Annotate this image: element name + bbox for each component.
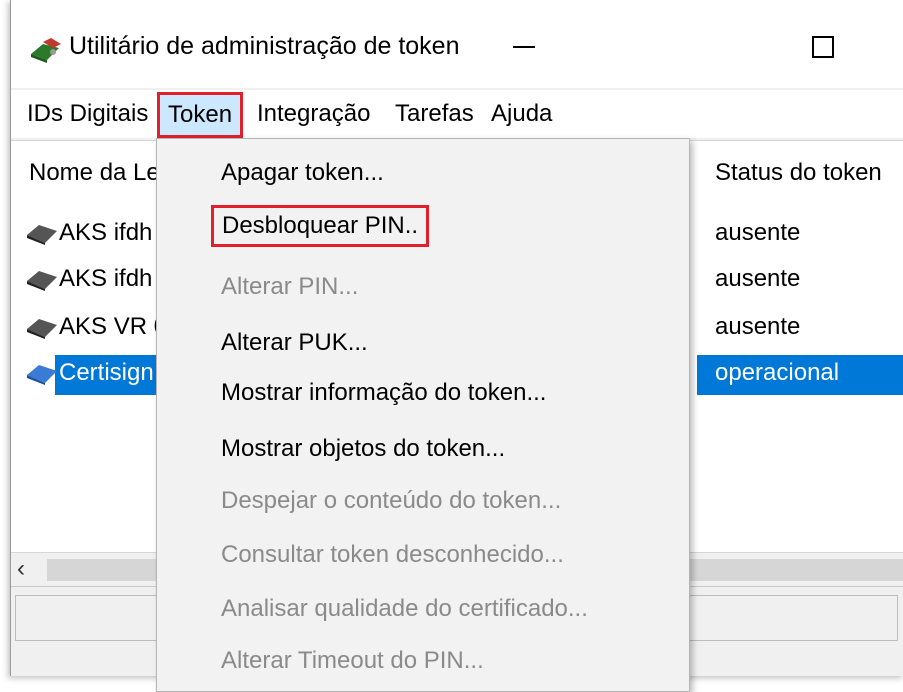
menu-token[interactable]: Token [157,92,244,138]
menu-item-alterar-puk[interactable]: Alterar PUK... [221,329,368,357]
reader-icon [27,225,57,245]
menu-tarefas[interactable]: Tarefas [389,96,480,132]
reader-icon [27,319,57,339]
menu-item-alterar-timeout[interactable]: Alterar Timeout do PIN... [221,647,484,675]
reader-name: AKS ifdh [59,219,153,246]
reader-name: AKS VR 0 [59,313,168,340]
token-status: ausente [715,313,801,340]
menu-item-mostrar-objetos[interactable]: Mostrar objetos do token... [221,435,505,463]
reader-name: Certisign [59,359,154,386]
menu-item-despejar-conteudo[interactable]: Despejar o conteúdo do token... [221,487,561,515]
menu-item-analisar-qualidade[interactable]: Analisar qualidade do certificado... [221,595,588,623]
token-status: ausente [715,219,801,246]
menu-integracao[interactable]: Integração [251,96,376,132]
menu-bar: IDs Digitais Token Integração Tarefas Aj… [11,90,903,138]
menu-item-alterar-pin[interactable]: Alterar PIN... [221,273,358,301]
column-header-name[interactable]: Nome da Le [29,159,160,187]
window-title: Utilitário de administração de token [69,32,460,60]
menu-item-desbloquear-pin[interactable]: Desbloquear PIN.. [211,205,430,247]
maximize-icon [812,36,834,58]
menu-ids-digitais[interactable]: IDs Digitais [21,96,154,132]
reader-name: AKS ifdh [59,265,153,292]
token-reader-icon [27,365,57,385]
menu-item-mostrar-informacao[interactable]: Mostrar informação do token... [221,379,546,407]
reader-icon [27,271,57,291]
title-bar[interactable]: Utilitário de administração de token [11,0,903,88]
maximize-button[interactable] [793,22,853,72]
token-app-icon [31,38,61,63]
minimize-icon [513,46,535,48]
token-menu-dropdown: Apagar token... Desbloquear PIN.. Altera… [156,138,690,692]
menu-ajuda[interactable]: Ajuda [485,96,558,132]
column-header-status[interactable]: Status do token [715,159,882,187]
minimize-button[interactable] [494,22,554,72]
token-status: operacional [715,359,840,386]
scroll-left-icon[interactable]: ‹ [17,555,25,583]
menu-item-consultar-token[interactable]: Consultar token desconhecido... [221,541,564,569]
token-status: ausente [715,265,801,292]
menu-item-apagar-token[interactable]: Apagar token... [221,159,384,187]
